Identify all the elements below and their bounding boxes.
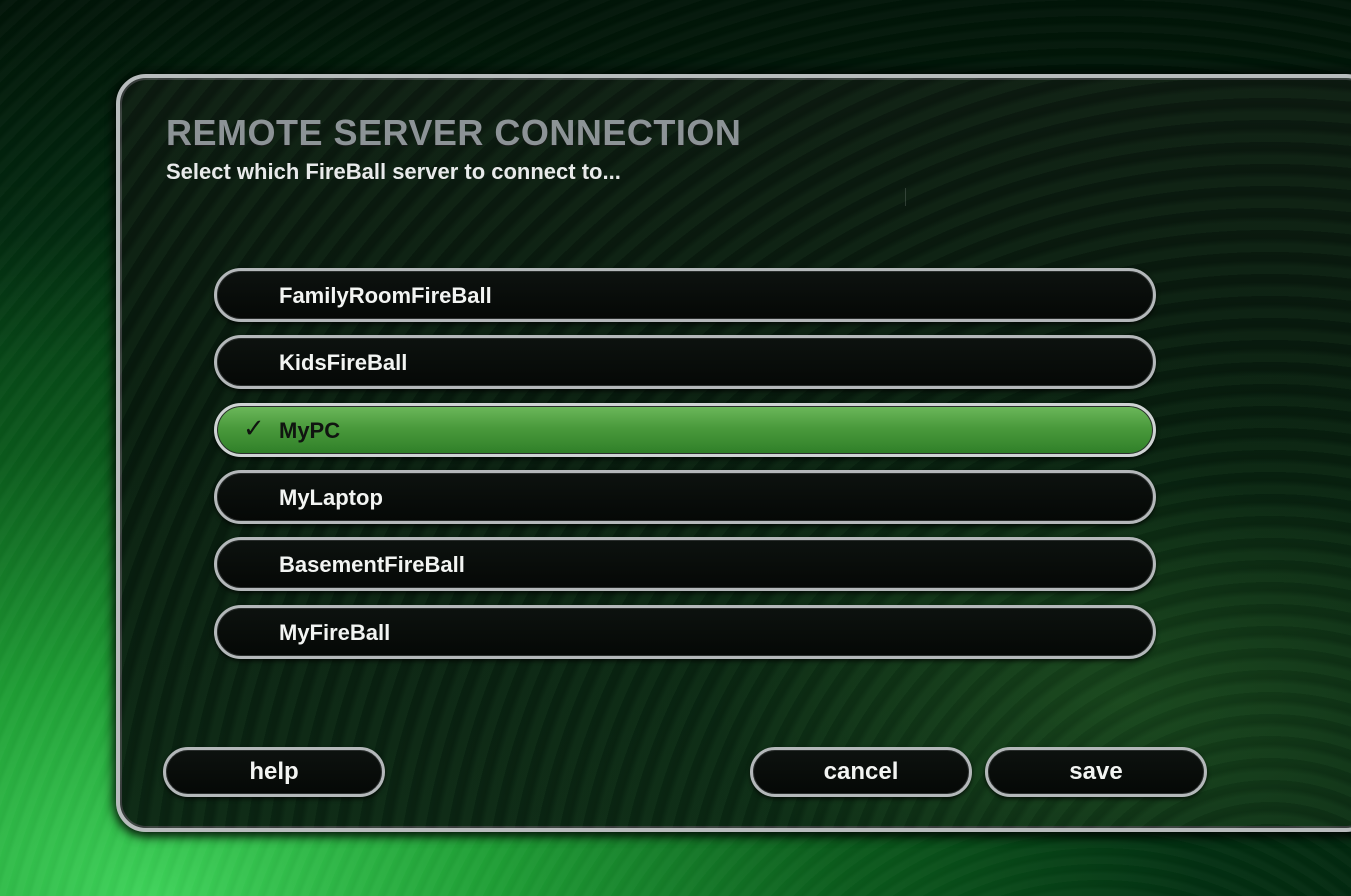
server-item-label: MyPC bbox=[279, 418, 341, 443]
server-item-mypc[interactable]: ✓ MyPC bbox=[214, 403, 1156, 457]
page-subtitle: Select which FireBall server to connect … bbox=[166, 159, 621, 184]
server-item-label: BasementFireBall bbox=[279, 552, 465, 577]
server-item-kidsfireball[interactable]: KidsFireBall bbox=[214, 335, 1156, 389]
page-title: REMOTE SERVER CONNECTION bbox=[166, 112, 742, 153]
save-button[interactable]: save bbox=[985, 747, 1207, 797]
server-item-familyroomfireball[interactable]: FamilyRoomFireBall bbox=[214, 268, 1156, 322]
check-icon: ✓ bbox=[243, 414, 265, 444]
screen-background: REMOTE SERVER CONNECTION Select which Fi… bbox=[0, 0, 1351, 896]
server-item-label: KidsFireBall bbox=[279, 350, 408, 375]
server-item-label: FamilyRoomFireBall bbox=[279, 283, 492, 308]
help-button[interactable]: help bbox=[163, 747, 385, 797]
server-item-label: MyLaptop bbox=[279, 485, 383, 510]
server-item-mylaptop[interactable]: MyLaptop bbox=[214, 470, 1156, 524]
server-item-myfireball[interactable]: MyFireBall bbox=[214, 605, 1156, 659]
server-item-basementfireball[interactable]: BasementFireBall bbox=[214, 537, 1156, 591]
server-item-label: MyFireBall bbox=[279, 620, 391, 645]
cancel-button[interactable]: cancel bbox=[750, 747, 972, 797]
divider-tick bbox=[905, 188, 906, 206]
